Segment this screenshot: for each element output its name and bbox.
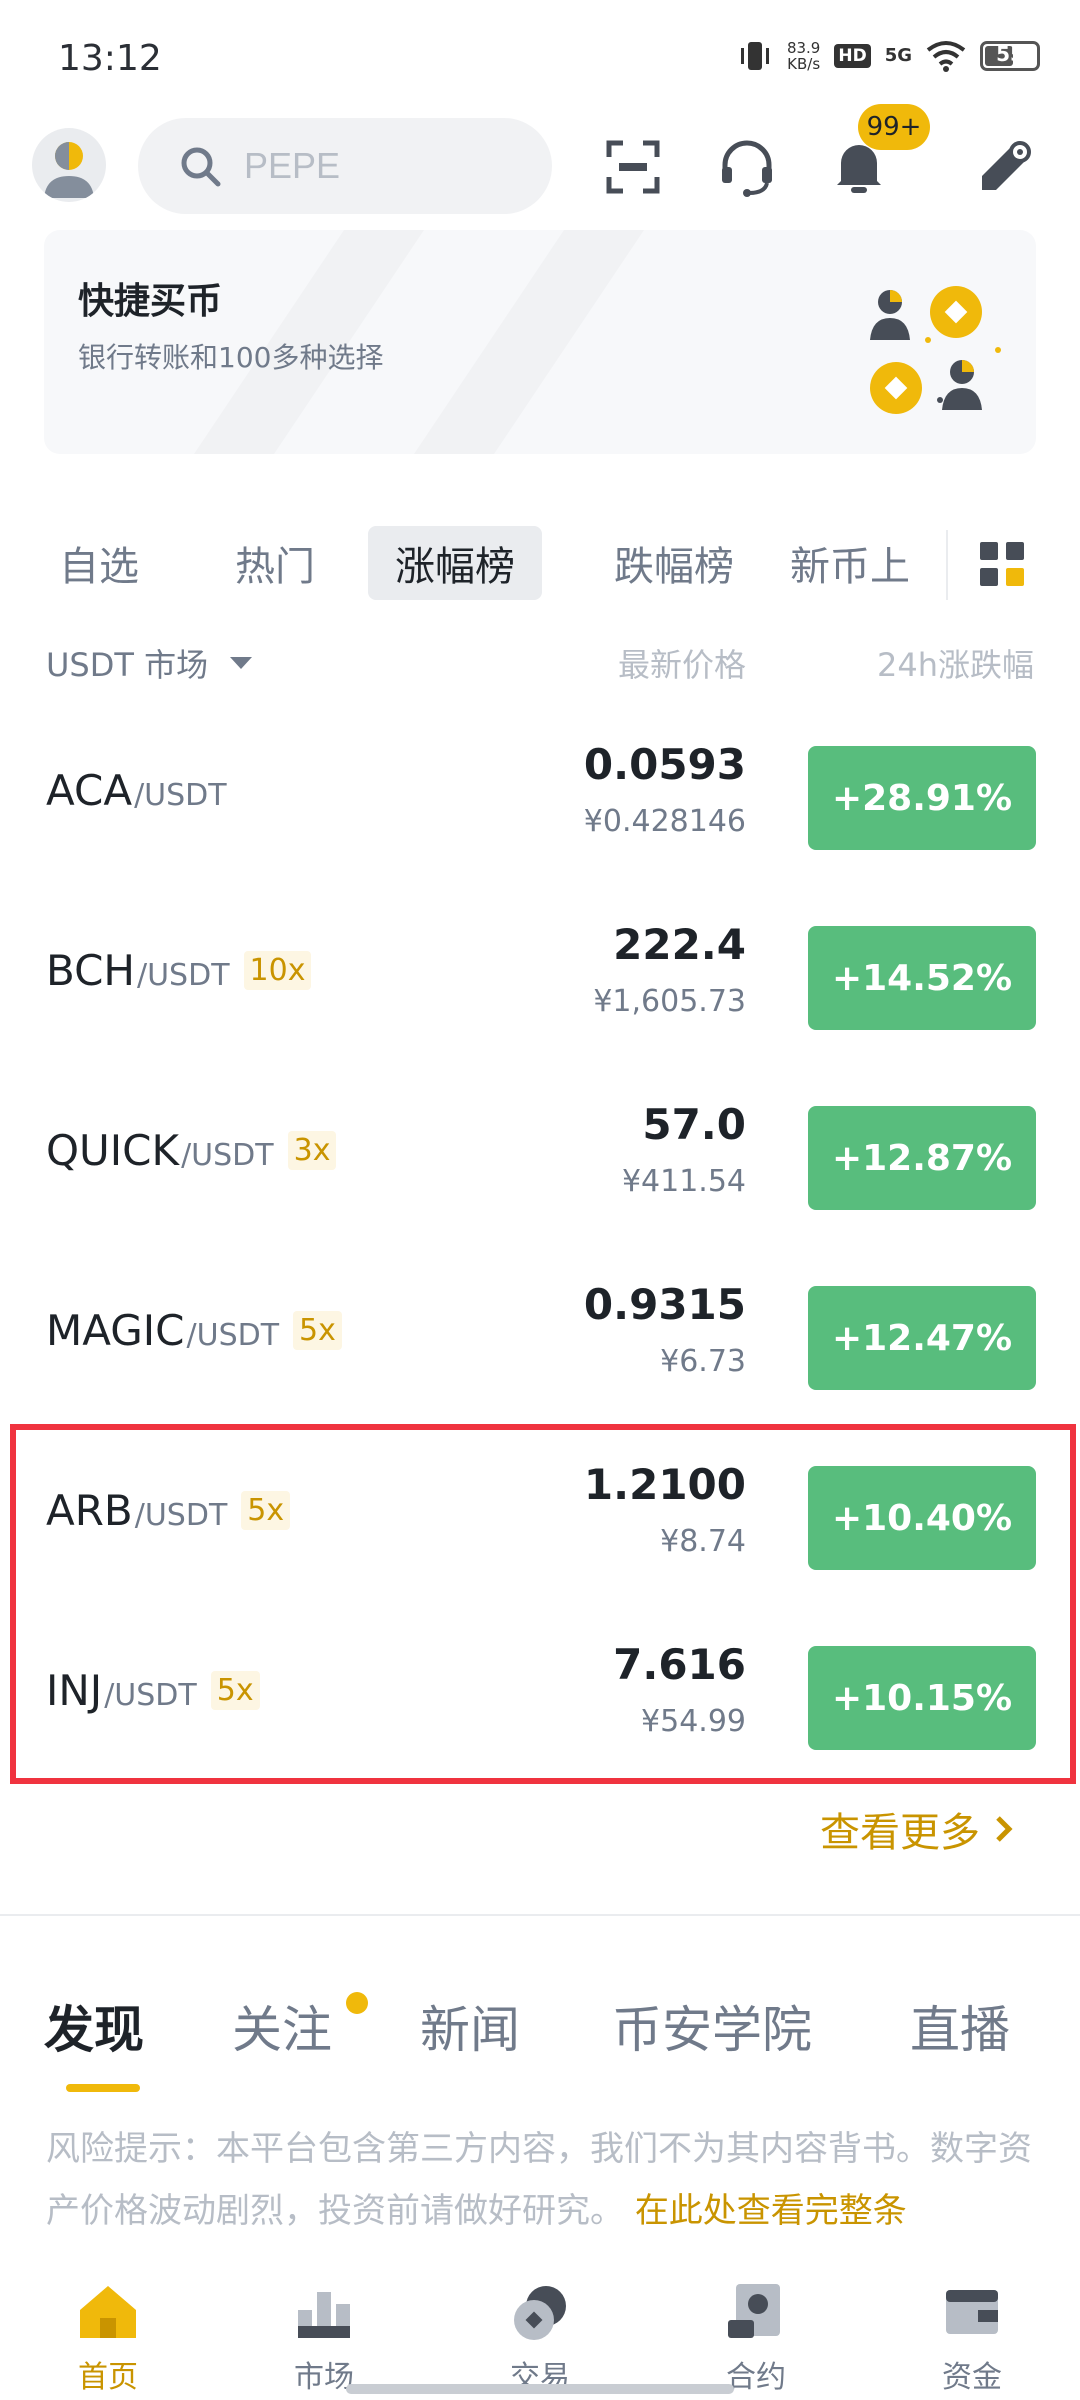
leverage-badge: 10x xyxy=(243,951,312,990)
change-badge[interactable]: +12.87% xyxy=(808,1106,1036,1210)
leverage-badge: 3x xyxy=(287,1131,337,1170)
buy-crypto-illustration-icon xyxy=(870,286,1001,414)
market-row[interactable]: ACA/USDT 0.0593 ¥0.428146 +28.91% xyxy=(0,696,1080,876)
customer-support-icon[interactable] xyxy=(712,132,782,202)
grid-menu-icon[interactable] xyxy=(978,540,1026,592)
tab-losers[interactable]: 跌幅榜 xyxy=(584,526,764,600)
tab-academy[interactable]: 币安学院 xyxy=(612,1990,812,2062)
chevron-right-icon xyxy=(996,1816,1013,1842)
vibrate-icon xyxy=(740,42,769,70)
notification-badge: 99+ xyxy=(858,104,930,150)
battery-icon: 55 xyxy=(980,41,1040,71)
network-type: 5G xyxy=(884,45,912,66)
nav-funds[interactable]: 资金 xyxy=(892,2260,1052,2400)
search-icon xyxy=(181,147,221,187)
wallet-icon xyxy=(946,2290,998,2334)
trading-pair: QUICK/USDT 3x xyxy=(46,1126,337,1175)
banner-title: 快捷买币 xyxy=(78,281,223,322)
base-asset: BCH xyxy=(46,946,135,995)
base-asset: QUICK xyxy=(46,1126,180,1175)
caret-down-icon xyxy=(230,657,253,669)
tab-following[interactable]: 关注 xyxy=(232,1990,332,2062)
bottom-nav: 首页 市场 交易 合约 资金 xyxy=(0,2260,1080,2400)
futures-icon xyxy=(728,2284,780,2338)
feed-tabs: 发现 关注 新闻 币安学院 直播 xyxy=(0,1990,1080,2070)
nav-home[interactable]: 首页 xyxy=(28,2260,188,2400)
last-price: 222.4 xyxy=(613,920,746,969)
tab-hot[interactable]: 热门 xyxy=(220,526,330,600)
status-time: 13:12 xyxy=(58,38,162,79)
trading-pair: MAGIC/USDT 5x xyxy=(46,1306,342,1355)
banner-subtitle: 银行转账和100多种选择 xyxy=(78,341,384,374)
risk-notice-link[interactable]: 在此处查看完整条 xyxy=(635,2191,907,2231)
avatar[interactable] xyxy=(32,128,106,202)
nav-trade[interactable]: 交易 xyxy=(460,2260,620,2400)
market-row[interactable]: QUICK/USDT 3x 57.0 ¥411.54 +12.87% xyxy=(0,1056,1080,1236)
nav-market[interactable]: 市场 xyxy=(244,2260,404,2400)
base-asset: ACA xyxy=(46,766,133,815)
fiat-price: ¥411.54 xyxy=(621,1164,746,1199)
quote-asset: /USDT xyxy=(134,778,227,813)
net-speed: 83.9 KB/s xyxy=(786,39,821,73)
price-column-header[interactable]: 最新价格 xyxy=(618,640,746,686)
edit-tag-icon[interactable] xyxy=(970,132,1040,202)
trade-icon xyxy=(514,2286,566,2340)
last-price: 57.0 xyxy=(642,1100,746,1149)
hd-badge: HD xyxy=(834,44,871,68)
tab-live[interactable]: 直播 xyxy=(910,1990,1010,2062)
change-badge[interactable]: +28.91% xyxy=(808,746,1036,850)
home-indicator[interactable] xyxy=(346,2384,734,2394)
market-row[interactable]: MAGIC/USDT 5x 0.9315 ¥6.73 +12.47% xyxy=(0,1236,1080,1416)
nav-futures[interactable]: 合约 xyxy=(676,2260,836,2400)
leverage-badge: 5x xyxy=(293,1311,342,1350)
highlight-box xyxy=(10,1424,1076,1784)
quick-buy-banner[interactable]: 快捷买币 银行转账和100多种选择 xyxy=(44,230,1036,454)
tab-news[interactable]: 新闻 xyxy=(420,1990,520,2062)
base-asset: MAGIC xyxy=(46,1306,185,1355)
change-badge[interactable]: +12.47% xyxy=(808,1286,1036,1390)
market-icon xyxy=(298,2292,350,2338)
search-bar[interactable] xyxy=(138,118,552,214)
scan-icon[interactable] xyxy=(598,132,668,202)
tab-watchlist[interactable]: 自选 xyxy=(44,526,154,600)
tabs-divider xyxy=(946,530,948,600)
market-tabs: 自选 热门 涨幅榜 跌幅榜 新币上 xyxy=(44,526,1044,606)
risk-notice: 风险提示：本平台包含第三方内容，我们不为其内容背书。数字资产价格波动剧烈，投资前… xyxy=(46,2129,1032,2231)
following-unread-dot xyxy=(346,1992,368,2014)
change-badge[interactable]: +14.52% xyxy=(808,926,1036,1030)
section-divider xyxy=(0,1914,1080,1916)
fiat-price: ¥1,605.73 xyxy=(593,984,746,1019)
search-input[interactable] xyxy=(244,145,524,187)
tab-gainers[interactable]: 涨幅榜 xyxy=(368,526,542,600)
status-indicators: 83.9 KB/s HD 5G 55 xyxy=(737,38,1040,74)
tab-discover[interactable]: 发现 xyxy=(44,1990,144,2062)
market-selector[interactable]: USDT 市场 xyxy=(46,640,254,686)
view-more-link[interactable]: 查看更多 xyxy=(820,1800,1014,1858)
battery-level: 55 xyxy=(996,42,1024,66)
fiat-price: ¥6.73 xyxy=(660,1344,746,1379)
trading-pair: BCH/USDT 10x xyxy=(46,946,312,995)
status-bar: 13:12 83.9 KB/s HD 5G 55 xyxy=(0,0,1080,110)
fiat-price: ¥0.428146 xyxy=(583,804,746,839)
wifi-icon xyxy=(926,41,966,72)
change-column-header[interactable]: 24h涨跌幅 xyxy=(877,640,1034,686)
active-tab-indicator xyxy=(66,2084,140,2092)
list-header: USDT 市场 最新价格 24h涨跌幅 xyxy=(0,640,1080,690)
quote-asset: /USDT xyxy=(181,1138,274,1173)
last-price: 0.9315 xyxy=(583,1280,746,1329)
home-icon xyxy=(80,2286,136,2338)
trading-pair: ACA/USDT xyxy=(46,766,227,815)
tab-new-listings[interactable]: 新币上 xyxy=(790,526,940,600)
quote-asset: /USDT xyxy=(136,958,230,993)
last-price: 0.0593 xyxy=(583,740,746,789)
quote-asset: /USDT xyxy=(186,1318,280,1353)
market-row[interactable]: BCH/USDT 10x 222.4 ¥1,605.73 +14.52% xyxy=(0,876,1080,1056)
